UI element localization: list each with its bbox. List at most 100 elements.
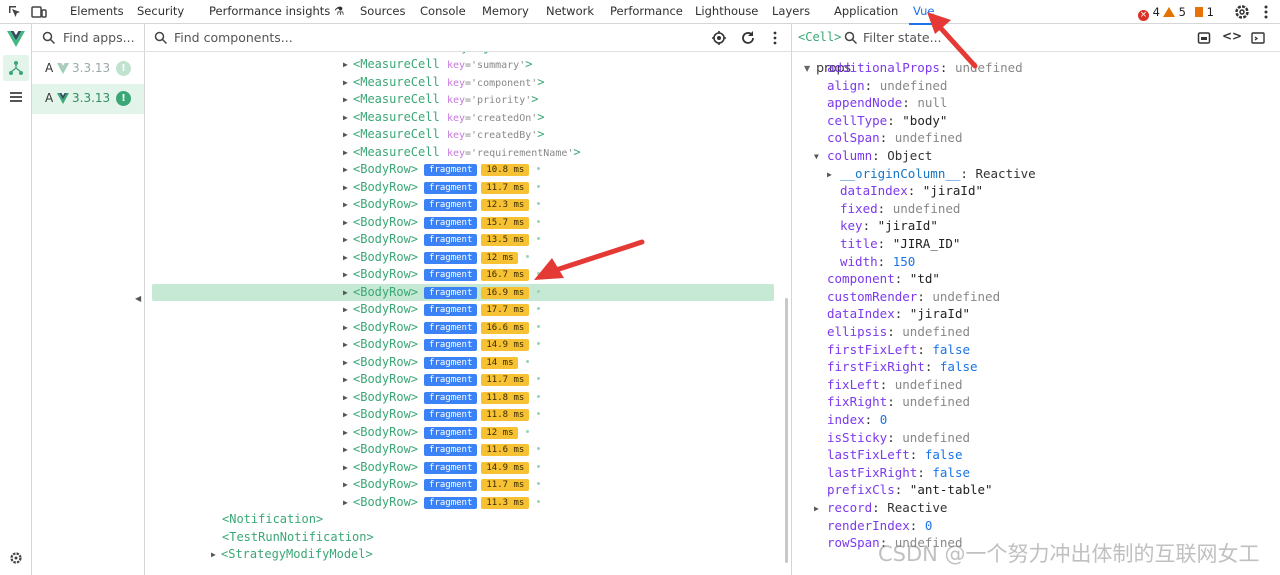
components-search[interactable]: Find components... [145, 24, 791, 52]
prop-row[interactable]: ▼ column: Object [814, 147, 932, 165]
prop-value: "td" [909, 271, 940, 287]
status-dot [526, 429, 530, 433]
tab-performance[interactable]: Performance [610, 0, 683, 24]
tab-sources[interactable]: Sources [360, 0, 406, 24]
app-item[interactable]: A 3.3.13! [32, 84, 144, 114]
status-dot [537, 342, 541, 345]
settings-gear-icon[interactable] [1233, 3, 1251, 21]
fragment-badge: fragment [424, 426, 478, 439]
tab-application[interactable]: Application [834, 0, 898, 24]
fragment-badge: fragment [424, 461, 478, 474]
prop-row[interactable]: prefixCls: "ant-table" [827, 481, 993, 499]
prop-row[interactable]: ▶ __originColumn__: Reactive [827, 165, 1036, 183]
prop-row[interactable]: dataIndex: "jiraId" [827, 305, 970, 323]
warnings-count: 5 [1178, 5, 1186, 19]
prop-value: undefined [932, 288, 1001, 304]
expand-arrow-icon: ▶ [343, 95, 348, 104]
tab-security[interactable]: Security [137, 0, 184, 24]
components-tree-button[interactable] [3, 55, 29, 81]
prop-row[interactable]: index: 0 [827, 411, 887, 429]
prop-row[interactable]: fixLeft: undefined [827, 376, 962, 394]
expand-arrow-icon: ▶ [343, 410, 348, 419]
expand-arrow-icon: ▶ [343, 497, 348, 507]
expand-arrow-icon: ▶ [343, 217, 348, 227]
apps-search[interactable]: Find apps... [32, 24, 145, 52]
csdn-watermark: CSDN @一个努力冲出体制的互联网女工 [878, 542, 1260, 566]
prop-row[interactable]: firstFixRight: false [827, 358, 978, 376]
prop-row[interactable]: component: "td" [827, 270, 940, 288]
render-time-badge: 14.9 ms [481, 339, 530, 351]
refresh-icon[interactable] [740, 30, 756, 46]
select-component-target-icon[interactable] [711, 30, 727, 46]
expand-arrow-icon: ▶ [343, 462, 348, 472]
timeline-button[interactable] [3, 84, 29, 110]
prop-row[interactable]: renderIndex: 0 [827, 517, 932, 535]
render-time-badge: 13.5 ms [481, 234, 530, 246]
search-icon [844, 31, 858, 45]
more-options-icon[interactable] [1257, 3, 1275, 21]
rail-settings-icon[interactable] [9, 551, 23, 565]
tab-elements[interactable]: Elements [70, 0, 124, 24]
prop-row[interactable]: key: "jiraId" [840, 217, 938, 235]
fragment-badge: fragment [424, 356, 478, 369]
app-item[interactable]: A 3.3.13! [32, 54, 144, 84]
app-version: 3.3.13 [72, 91, 111, 105]
prop-row[interactable]: ellipsis: undefined [827, 323, 970, 341]
errors-badge[interactable]: × 4 [1138, 0, 1160, 24]
prop-row[interactable]: title: "JIRA_ID" [840, 235, 960, 253]
prop-row[interactable]: lastFixLeft: false [827, 446, 963, 464]
expand-arrow-icon: ▶ [343, 270, 348, 279]
prop-row[interactable]: customRender: undefined [827, 288, 1000, 306]
search-icon [154, 31, 168, 45]
fragment-badge: fragment [424, 286, 478, 299]
prop-row[interactable]: fixed: undefined [840, 200, 960, 218]
fragment-badge: fragment [424, 374, 478, 386]
prop-row[interactable]: lastFixRight: false [827, 464, 970, 482]
tree-scrollbar[interactable] [785, 298, 788, 563]
tab-memory[interactable]: Memory [482, 0, 529, 24]
device-toolbar-icon[interactable] [30, 3, 48, 21]
component-name: <MeasureCell key='jiraId'> [353, 52, 541, 54]
expand-arrow-icon: ▶ [343, 375, 348, 384]
warnings-badge[interactable]: 5 [1163, 0, 1186, 24]
fragment-badge: fragment [424, 339, 478, 351]
collapse-panel-handle[interactable]: ◀ [135, 292, 143, 306]
warning-icon [1163, 7, 1175, 17]
tree-row-bodyrow[interactable]: ▶ <BodyRow> fragment 16.9 ms [152, 283, 774, 301]
show-render-code-icon[interactable]: <> [1222, 29, 1242, 43]
expand-arrow-icon: ▶ [343, 112, 348, 122]
component-name: <TestRunNotification> [222, 529, 374, 544]
prop-key: align [827, 77, 865, 93]
render-time-badge: 14 ms [481, 356, 519, 369]
prop-row[interactable]: appendNode: null [827, 94, 947, 112]
tab-performance-insights[interactable]: Performance insights ⚗ [209, 0, 344, 24]
prop-row[interactable]: width: 150 [840, 253, 915, 271]
prop-value: "ant-table" [909, 482, 993, 498]
prop-row[interactable]: colSpan: undefined [827, 129, 962, 147]
tab-lighthouse[interactable]: Lighthouse [695, 0, 758, 24]
selected-component-breadcrumb[interactable]: <Cell> [798, 30, 841, 44]
prop-row[interactable]: cellType: "body" [827, 112, 947, 130]
tab-network[interactable]: Network [546, 0, 594, 24]
prop-key: dataIndex [827, 306, 895, 322]
scroll-to-component-icon[interactable] [1197, 31, 1211, 45]
prop-row[interactable]: align: undefined [827, 77, 947, 95]
prop-row[interactable]: fixRight: undefined [827, 393, 970, 411]
prop-row[interactable]: firstFixLeft: false [827, 341, 970, 359]
expand-arrow-icon: ▶ [343, 305, 348, 314]
expand-arrow-icon: ▼ [804, 64, 811, 73]
inspect-element-icon[interactable] [6, 3, 24, 21]
prop-value: undefined [879, 77, 948, 93]
components-more-icon[interactable] [769, 30, 781, 46]
prop-value: "jiraId" [922, 183, 984, 199]
open-in-editor-icon[interactable] [1251, 31, 1265, 45]
fragment-badge: fragment [424, 164, 478, 176]
prop-row[interactable]: isSticky: undefined [827, 429, 970, 447]
issues-badge[interactable]: 1 [1195, 0, 1214, 24]
prop-row[interactable]: dataIndex: "jiraId" [840, 182, 983, 200]
tab-console[interactable]: Console [420, 0, 466, 24]
component-tree: <MeasureCell key='jiraId'>▶<MeasureCell … [145, 52, 791, 575]
app-info-icon: ! [116, 91, 131, 106]
prop-row[interactable]: ▶ record: Reactive [814, 499, 947, 517]
tab-layers[interactable]: Layers [772, 0, 810, 24]
